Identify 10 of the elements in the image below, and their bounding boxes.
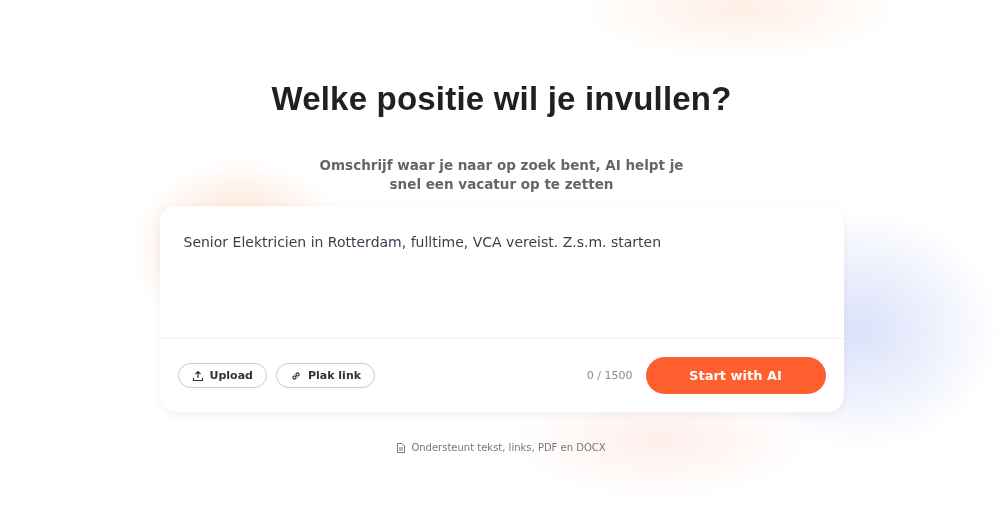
support-hint: Ondersteunt tekst, links, PDF en DOCX [411, 442, 606, 453]
paste-link-button[interactable]: Plak link [275, 363, 376, 388]
page-subtitle: Omschrijf waar je naar op zoek bent, AI helpt je snel een vacatur op te zetten [318, 156, 685, 194]
document-icon [397, 442, 406, 453]
page-heading: Welke positie wil je invullen? [271, 80, 732, 118]
character-counter: 0 / 1500 [586, 369, 633, 382]
upload-icon [191, 369, 204, 382]
description-field[interactable]: Senior Elektricien in Rotterdam, fulltime, VCA vereist. Z.s.m. starten [159, 206, 844, 339]
upload-button[interactable]: Upload [177, 363, 267, 388]
link-icon [289, 369, 302, 382]
